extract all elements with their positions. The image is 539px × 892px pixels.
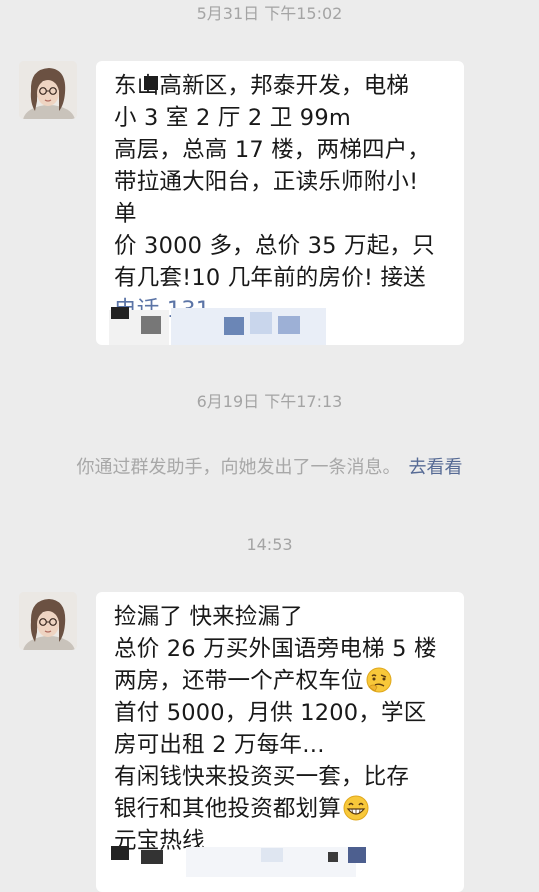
message-line: 有闲钱快来投资买一套，比存 [114,764,410,790]
redaction-block [141,316,161,334]
timestamp: 14:53 [246,535,293,554]
redaction-block [328,852,338,862]
message-line: 带拉通大阳台，正读乐师附小! [114,169,419,195]
redaction-block [171,308,326,345]
grinning-face-emoji [343,795,369,821]
message-line-text: 两房，还带一个产权车位 [114,668,364,694]
redaction-block [141,850,163,864]
message-line: 捡漏了 快来捡漏了 [114,604,303,630]
avatar-photo-icon [19,61,77,119]
message-line: 两房，还带一个产权车位 [114,665,448,697]
message-line-text: 银行和其他投资都划算 [114,796,342,822]
message-line: 价 3000 多，总价 35 万起，只 [114,233,435,259]
redaction-block [250,312,272,334]
message-line: 小 3 室 2 厅 2 卫 99m [114,105,351,131]
system-notice: 你通过群发助手，向她发出了一条消息。 去看看 [0,456,539,480]
system-notice-text: 你通过群发助手，向她发出了一条消息。 [76,457,401,478]
message-line: 银行和其他投资都划算 [114,793,448,825]
message-line: 有几套!10 几年前的房价! 接送 [114,265,426,291]
message-line: 单 [114,201,137,227]
avatar-photo-icon [19,592,77,650]
message-line: 高层，总高 17 楼，两梯四户， [114,137,431,163]
message-line: 首付 5000，月供 1200，学区 [114,700,427,726]
message-bubble[interactable]: 东山高新区，邦泰开发，电梯 小 3 室 2 厅 2 卫 99m 高层，总高 17… [96,61,464,345]
redaction-block [111,307,129,319]
redaction-block [348,847,366,863]
timestamp: 6月19日 下午17:13 [196,392,343,411]
avatar[interactable] [19,592,77,650]
view-link[interactable]: 去看看 [409,457,463,478]
message-bubble[interactable]: 捡漏了 快来捡漏了 总价 26 万买外国语旁电梯 5 楼 两房，还带一个产权车位… [96,592,464,892]
redaction-block [144,76,158,90]
redaction-block [224,317,244,335]
message-line: 总价 26 万买外国语旁电梯 5 楼 [114,636,437,662]
message-line: 东山高新区，邦泰开发，电梯 [114,73,410,99]
timestamp: 5月31日 下午15:02 [196,4,343,23]
avatar[interactable] [19,61,77,119]
thinking-face-emoji [366,667,392,693]
redaction-block [278,316,300,334]
redaction-block [111,846,129,860]
redaction-block [261,848,283,862]
message-line: 房可出租 2 万每年… [114,732,325,758]
